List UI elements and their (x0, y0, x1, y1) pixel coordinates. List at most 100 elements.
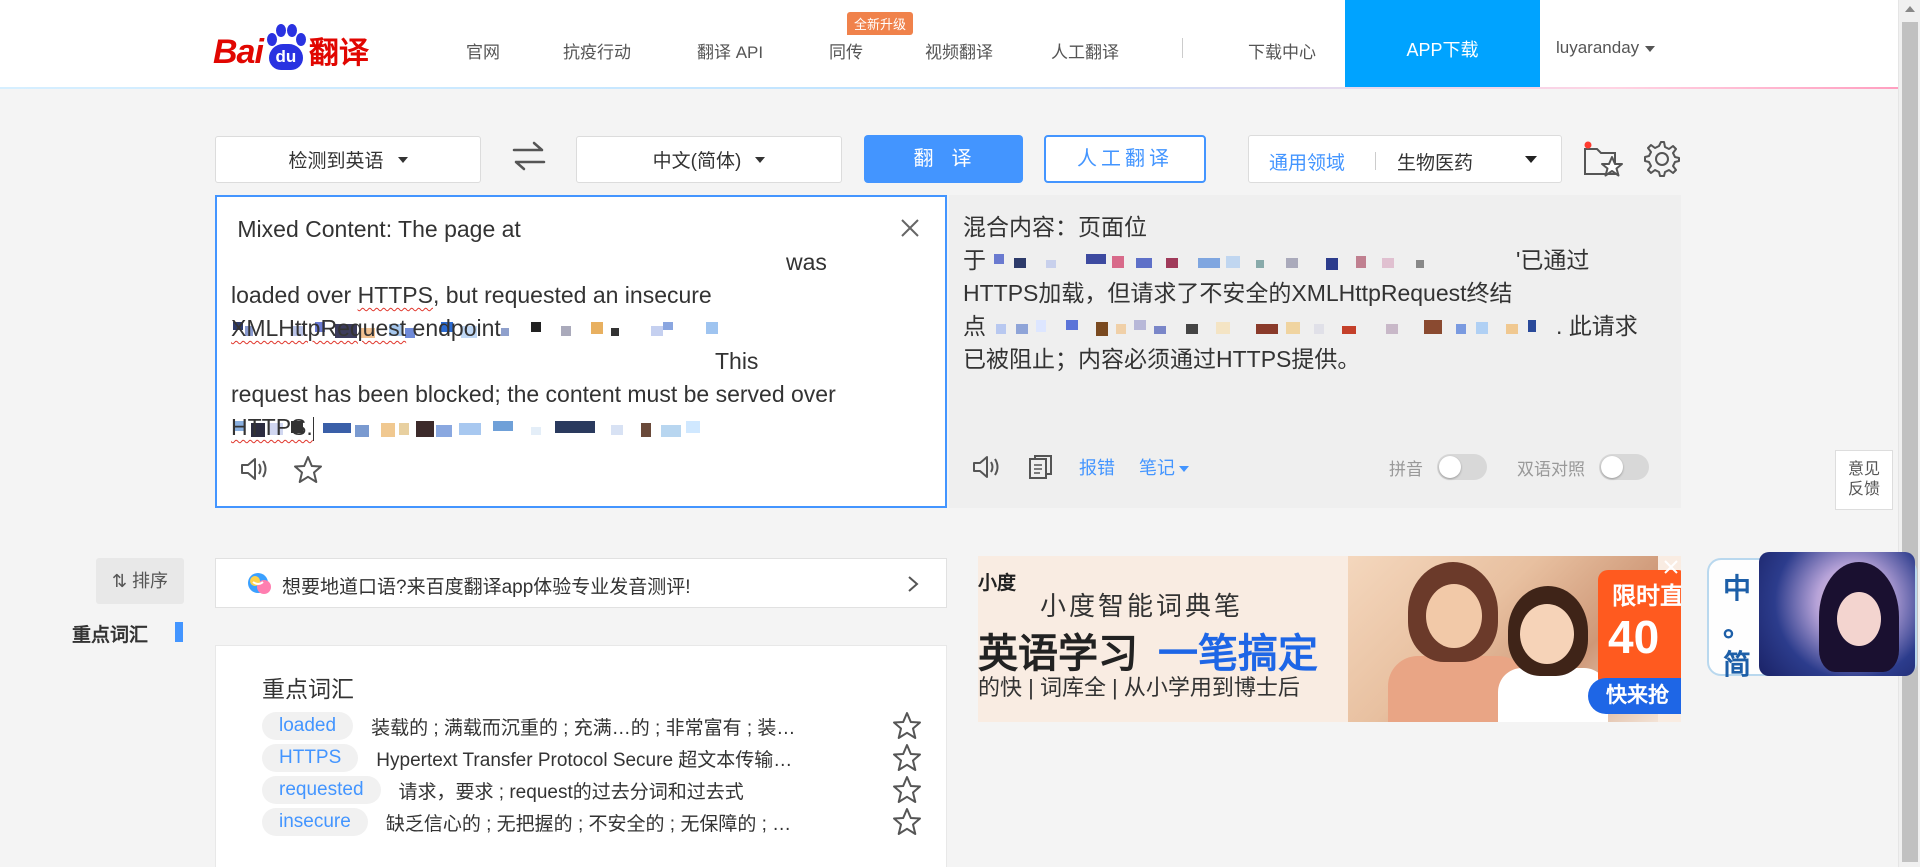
vocab-definition: 装载的 ; 满载而沉重的 ; 充满…的 ; 非常富有 ; 装… (371, 717, 796, 739)
domain-select[interactable]: 通用领域 生物医药 (1248, 135, 1562, 183)
nav-translate-api[interactable]: 翻译 API (697, 38, 763, 63)
chevron-right-icon (908, 576, 919, 592)
vocab-definition: 请求，要求 ; request的过去分词和过去式 (398, 781, 744, 803)
translation-line: . 此请求 (1556, 313, 1638, 339)
sort-button[interactable]: ⇅ 排序 (96, 558, 184, 604)
key-vocab-section: 重点词汇 loaded 装载的 ; 满载而沉重的 ; 充满…的 ; 非常富有 ; … (215, 645, 947, 867)
target-language-label: 中文(简体) (652, 151, 742, 172)
nav-simultaneous[interactable]: 同传 (829, 38, 863, 63)
text-cursor (312, 416, 314, 441)
ime-char: 简 (1722, 649, 1751, 680)
caret-down-icon (1525, 156, 1537, 163)
target-language-select[interactable]: 中文(简体) (576, 136, 842, 183)
report-error-link[interactable]: 报错 (1079, 454, 1115, 480)
source-line: request has been blocked; the content mu… (231, 381, 836, 407)
redacted-url-mosaic (986, 250, 1516, 274)
redacted-url-mosaic (231, 252, 786, 338)
app-download-button[interactable]: APP下载 (1345, 0, 1540, 88)
vocab-word-chip[interactable]: requested (262, 776, 381, 804)
vocab-word-chip[interactable]: loaded (262, 712, 354, 740)
sidebar-active-indicator (175, 622, 183, 642)
source-line: Mixed Content: The page at (237, 216, 521, 242)
scroll-thumb[interactable] (1902, 22, 1918, 862)
ad-subtitle: 小度智能词典笔 (1040, 591, 1244, 621)
nav-video-translate[interactable]: 视频翻译 (925, 38, 993, 63)
vocab-title: 重点词汇 (262, 676, 354, 702)
nav-official-site[interactable]: 官网 (466, 38, 500, 63)
redacted-url-mosaic (231, 351, 709, 437)
ad-offer-badge: 限时直 40 (1598, 570, 1681, 688)
ad-badge-number: 40 (1608, 611, 1660, 663)
bilingual-toggle[interactable] (1599, 454, 1649, 480)
source-language-select[interactable]: 检测到英语 (215, 136, 481, 183)
ad-brand: 小度 (978, 573, 1017, 594)
target-text-panel: 混合内容：页面位 于 '已通过 HTTPS加载，但请求了不安全的XMLHttpR… (949, 195, 1681, 508)
pinyin-toggle[interactable] (1437, 454, 1487, 480)
speaker-icon[interactable] (239, 455, 271, 483)
domain-divider (1375, 152, 1376, 170)
nav-divider (1182, 38, 1183, 58)
clear-text-icon[interactable] (899, 217, 921, 239)
vocab-row: requested 请求，要求 ; request的过去分词和过去式 (262, 772, 922, 808)
star-icon[interactable] (892, 711, 922, 741)
source-language-label: 检测到英语 (288, 151, 384, 172)
source-text-panel[interactable]: Mixed Content: The page at was loaded ov… (215, 195, 947, 508)
human-translate-button[interactable]: 人工翻译 (1044, 135, 1206, 183)
domain-general-label[interactable]: 通用领域 (1269, 148, 1345, 175)
caret-down-icon (1179, 466, 1189, 473)
nav-download-center[interactable]: 下载中心 (1248, 38, 1316, 63)
notes-label: 笔记 (1139, 458, 1175, 478)
sidebar-item-key-vocab[interactable]: 重点词汇 (72, 620, 148, 647)
nav-human-translate[interactable]: 人工翻译 (1051, 38, 1119, 63)
floating-ime-widget[interactable]: 中 。 简 (1707, 548, 1917, 680)
caret-down-icon (1645, 45, 1656, 52)
chat-bubble-icon (248, 573, 271, 594)
ad-banner[interactable]: 小度 小度智能词典笔 英语学习 一笔搞定 的快 | 词库全 | 从小学用到博士后… (978, 556, 1681, 722)
nav-anti-epidemic[interactable]: 抗疫行动 (563, 38, 631, 63)
source-textarea[interactable]: Mixed Content: The page at was loaded ov… (231, 213, 891, 444)
copy-icon[interactable] (1027, 453, 1055, 481)
star-icon[interactable] (892, 807, 922, 837)
toggle-knob (1601, 456, 1623, 478)
page-scrollbar[interactable] (1898, 0, 1920, 867)
favorites-folder-icon[interactable] (1582, 140, 1626, 180)
swap-languages-icon[interactable] (510, 140, 548, 172)
translation-line: 于 (963, 247, 986, 273)
promo-banner[interactable]: 想要地道口语?来百度翻译app体验专业发音测评! (215, 558, 947, 608)
source-line: loaded over (231, 282, 358, 308)
domain-specific-label: 生物医药 (1397, 153, 1474, 174)
ad-cta-button[interactable]: 快来抢 (1588, 678, 1681, 714)
username: luyaranday (1556, 38, 1640, 57)
star-icon[interactable] (892, 743, 922, 773)
redacted-url-mosaic (986, 316, 1556, 340)
ime-mode-chars: 中 。 简 (1717, 570, 1757, 684)
logo-bai-text: Bai (213, 33, 264, 71)
baidu-translate-logo[interactable]: Bai du 翻译 (213, 20, 369, 72)
notes-dropdown[interactable]: 笔记 (1139, 454, 1189, 480)
source-word-this: This (714, 348, 759, 374)
ime-char: 。 (1722, 611, 1751, 642)
spellcheck-word: HTTPS (357, 282, 433, 308)
user-menu[interactable]: luyaranday (1556, 38, 1656, 58)
translate-button[interactable]: 翻译 (864, 135, 1023, 183)
source-toolbar (239, 455, 323, 485)
star-icon[interactable] (892, 775, 922, 805)
translation-line: 已被阻止；内容必须通过HTTPS提供。 (963, 346, 1361, 372)
ime-char: 中 (1722, 573, 1751, 604)
settings-gear-icon[interactable] (1643, 140, 1681, 178)
feedback-button[interactable]: 意见 反馈 (1835, 450, 1893, 510)
speaker-icon[interactable] (971, 453, 1003, 481)
vocab-word-chip[interactable]: insecure (262, 808, 368, 836)
spellcheck-word: HTTPS. (231, 414, 313, 440)
scroll-up-arrow-icon[interactable] (1905, 6, 1915, 12)
ad-tagline: 的快 | 词库全 | 从小学用到博士后 (978, 675, 1300, 700)
paw-logo-icon: du (265, 24, 307, 72)
translation-line: 混合内容：页面位 (963, 214, 1147, 240)
vocab-word-chip[interactable]: HTTPS (262, 744, 359, 772)
ad-close-icon[interactable] (1662, 558, 1680, 576)
sort-label: 排序 (132, 571, 169, 591)
star-icon[interactable] (293, 455, 323, 485)
translation-line: 点 (963, 313, 986, 339)
spellcheck-word: XMLHttpRequest (231, 315, 407, 341)
skin-avatar-image (1759, 552, 1915, 676)
